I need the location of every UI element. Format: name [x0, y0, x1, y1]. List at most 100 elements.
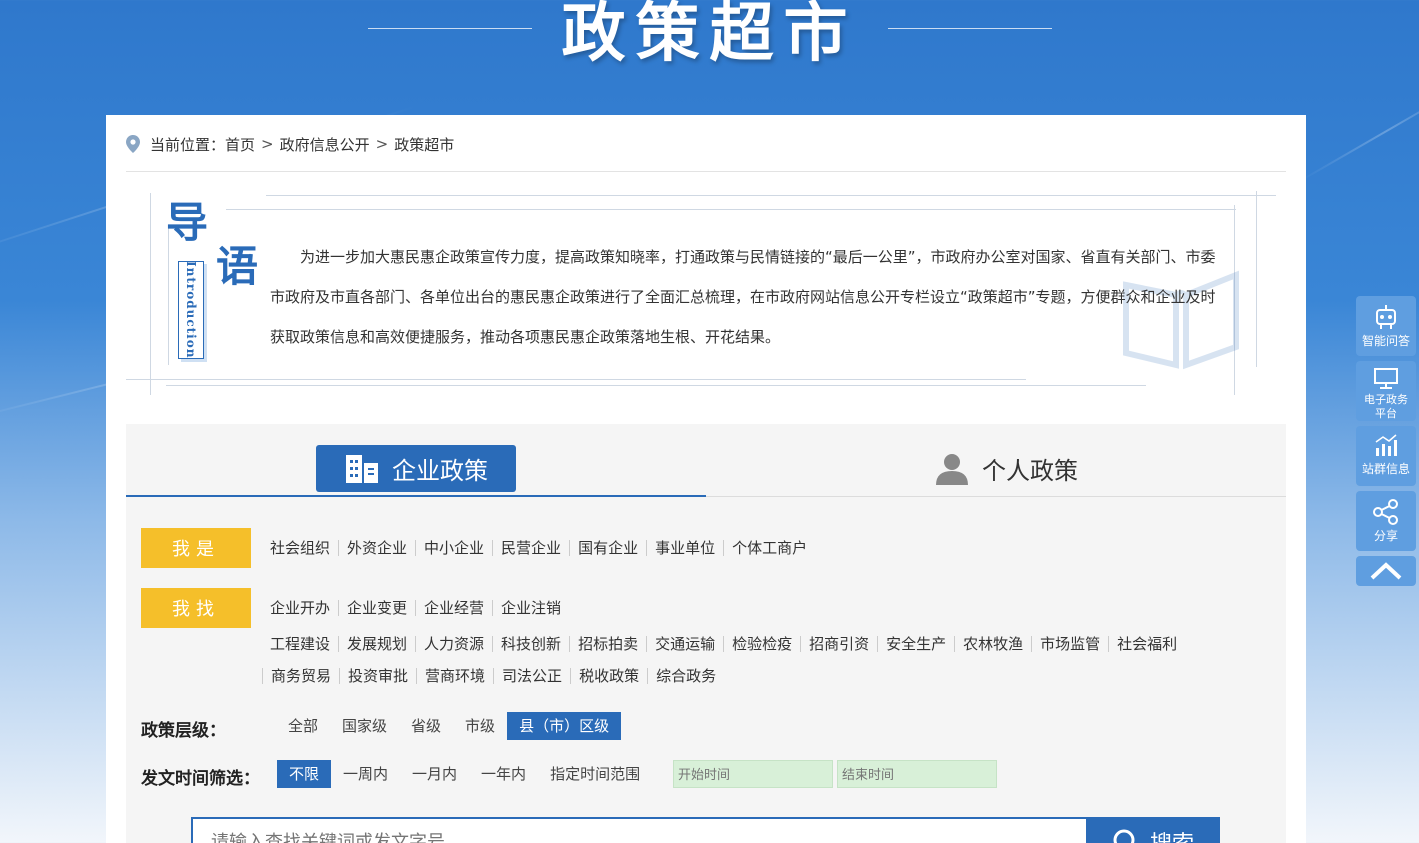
tab-personal-label: 个人政策	[982, 457, 1078, 485]
i-find-row-2: 工程建设 发展规划 人力资源 科技创新 招标拍卖 交通运输 检验检疫 招商引资 …	[266, 636, 1185, 652]
level-option-city[interactable]: 市级	[453, 712, 507, 740]
i-am-label: 我是	[141, 528, 251, 568]
policy-panel: 企业政策 个人政策 我是 社会组织 外资企业 中小企业 民营企业 国有企业 事业…	[126, 424, 1286, 843]
end-date-input[interactable]	[837, 760, 997, 788]
policy-level-options: 全部 国家级 省级 市级 县（市）区级	[276, 712, 622, 740]
side-site-group[interactable]: 站群信息	[1356, 426, 1416, 486]
level-option-national[interactable]: 国家级	[330, 712, 399, 740]
option-find[interactable]: 企业经营	[415, 600, 492, 616]
back-to-top-button[interactable]	[1356, 556, 1416, 586]
time-option-any[interactable]: 不限	[277, 760, 332, 788]
tab-enterprise-policy[interactable]: 企业政策	[316, 445, 516, 492]
side-share[interactable]: 分享	[1356, 491, 1416, 551]
option-private-enterprise[interactable]: 民营企业	[492, 540, 569, 556]
option-find[interactable]: 招标拍卖	[569, 636, 646, 652]
option-find[interactable]: 农林牧渔	[954, 636, 1031, 652]
intro-char-2: 语	[216, 242, 259, 291]
building-icon	[346, 454, 378, 483]
intro-char-1: 导	[166, 198, 209, 247]
level-option-all[interactable]: 全部	[276, 712, 330, 740]
intro-english-text: Introduction	[184, 261, 198, 359]
i-find-row-1: 企业开办 企业变更 企业经营 企业注销	[266, 600, 569, 616]
breadcrumb-current[interactable]: 政策超市	[394, 134, 454, 155]
share-icon	[1373, 499, 1398, 525]
option-find[interactable]: 社会福利	[1108, 636, 1185, 652]
time-option-week[interactable]: 一周内	[331, 760, 400, 788]
option-sme[interactable]: 中小企业	[415, 540, 492, 556]
intro-section: 导 语 Introduction 为进一步加大惠民惠企政策宣传力度，提高政策知晓…	[126, 185, 1286, 415]
search-icon	[1113, 829, 1135, 843]
breadcrumb-divider	[126, 171, 1286, 172]
level-option-provincial[interactable]: 省级	[399, 712, 453, 740]
time-option-month[interactable]: 一月内	[400, 760, 469, 788]
i-find-row-3: 商务贸易 投资审批 营商环境 司法公正 税收政策 综合政务	[262, 668, 724, 684]
option-find[interactable]: 税收政策	[570, 668, 647, 684]
option-find[interactable]: 企业变更	[338, 600, 415, 616]
chart-icon	[1375, 434, 1397, 456]
policy-level-label: 政策层级：	[141, 721, 226, 741]
intro-text: 为进一步加大惠民惠企政策宣传力度，提高政策知晓率，打通政策与民情链接的“最后一公…	[270, 248, 1216, 346]
time-option-range[interactable]: 指定时间范围	[538, 760, 652, 788]
side-ai-qa-label: 智能问答	[1361, 334, 1410, 348]
banner-line-right	[887, 27, 1052, 29]
option-public-institution[interactable]: 事业单位	[646, 540, 723, 556]
side-egov-label: 电子政务平台	[1364, 393, 1408, 420]
search-input[interactable]	[193, 819, 1086, 843]
monitor-icon	[1374, 368, 1398, 389]
option-find[interactable]: 人力资源	[415, 636, 492, 652]
main-container: 当前位置： 首页 > 政府信息公开 > 政策超市 导 语 Introductio…	[106, 115, 1306, 843]
option-foreign-enterprise[interactable]: 外资企业	[338, 540, 415, 556]
banner-title: 政策超市	[561, 0, 858, 71]
option-find[interactable]: 检验检疫	[723, 636, 800, 652]
option-find[interactable]: 科技创新	[492, 636, 569, 652]
breadcrumb: 当前位置： 首页 > 政府信息公开 > 政策超市	[126, 133, 454, 155]
option-find[interactable]: 发展规划	[338, 636, 415, 652]
time-filter-options: 不限 一周内 一月内 一年内 指定时间范围	[277, 760, 652, 788]
person-icon	[936, 453, 968, 485]
time-filter-label: 发文时间筛选：	[141, 769, 260, 789]
breadcrumb-separator: >	[375, 135, 389, 153]
option-find[interactable]: 工程建设	[266, 636, 338, 652]
level-option-county[interactable]: 县（市）区级	[507, 712, 622, 740]
intro-english-label: Introduction	[178, 261, 204, 359]
start-date-input[interactable]	[673, 760, 833, 788]
breadcrumb-prefix: 当前位置：	[150, 135, 226, 154]
search-button[interactable]: 搜索	[1086, 817, 1220, 843]
option-find[interactable]: 投资审批	[339, 668, 416, 684]
option-find[interactable]: 综合政务	[647, 668, 724, 684]
location-pin-icon	[126, 135, 140, 153]
tab-personal-policy[interactable]: 个人政策	[921, 445, 1091, 492]
option-individual-business[interactable]: 个体工商户	[723, 540, 815, 556]
banner: 政策超市	[0, 0, 1419, 71]
i-am-options: 社会组织 外资企业 中小企业 民营企业 国有企业 事业单位 个体工商户	[266, 540, 815, 556]
option-find[interactable]: 司法公正	[493, 668, 570, 684]
option-find[interactable]: 招商引资	[800, 636, 877, 652]
option-find[interactable]: 交通运输	[646, 636, 723, 652]
breadcrumb-separator: >	[261, 135, 274, 153]
option-find[interactable]: 安全生产	[877, 636, 954, 652]
side-ai-qa[interactable]: 智能问答	[1356, 296, 1416, 356]
time-option-year[interactable]: 一年内	[469, 760, 538, 788]
tab-active-underline	[126, 495, 706, 497]
option-find[interactable]: 企业开办	[266, 600, 338, 616]
option-state-enterprise[interactable]: 国有企业	[569, 540, 646, 556]
side-egov-platform[interactable]: 电子政务平台	[1356, 361, 1416, 421]
banner-decoration	[1299, 80, 1419, 182]
side-site-group-label: 站群信息	[1361, 462, 1410, 476]
search-box	[191, 817, 1086, 843]
side-share-label: 分享	[1373, 529, 1398, 543]
banner-line-left	[367, 27, 532, 29]
search-button-label: 搜索	[1150, 826, 1194, 843]
option-social-org[interactable]: 社会组织	[266, 540, 338, 556]
tab-bar: 企业政策 个人政策	[126, 424, 1286, 497]
i-find-label: 我找	[141, 588, 251, 628]
option-find[interactable]: 营商环境	[416, 668, 493, 684]
chevron-up-icon	[1370, 562, 1402, 580]
robot-icon	[1376, 305, 1396, 329]
option-find[interactable]: 企业注销	[492, 600, 569, 616]
option-find[interactable]: 市场监管	[1031, 636, 1108, 652]
breadcrumb-gov-info[interactable]: 政府信息公开	[280, 134, 370, 155]
tab-enterprise-label: 企业政策	[392, 457, 488, 485]
option-find[interactable]: 商务贸易	[262, 668, 339, 684]
breadcrumb-home[interactable]: 首页	[225, 134, 255, 155]
